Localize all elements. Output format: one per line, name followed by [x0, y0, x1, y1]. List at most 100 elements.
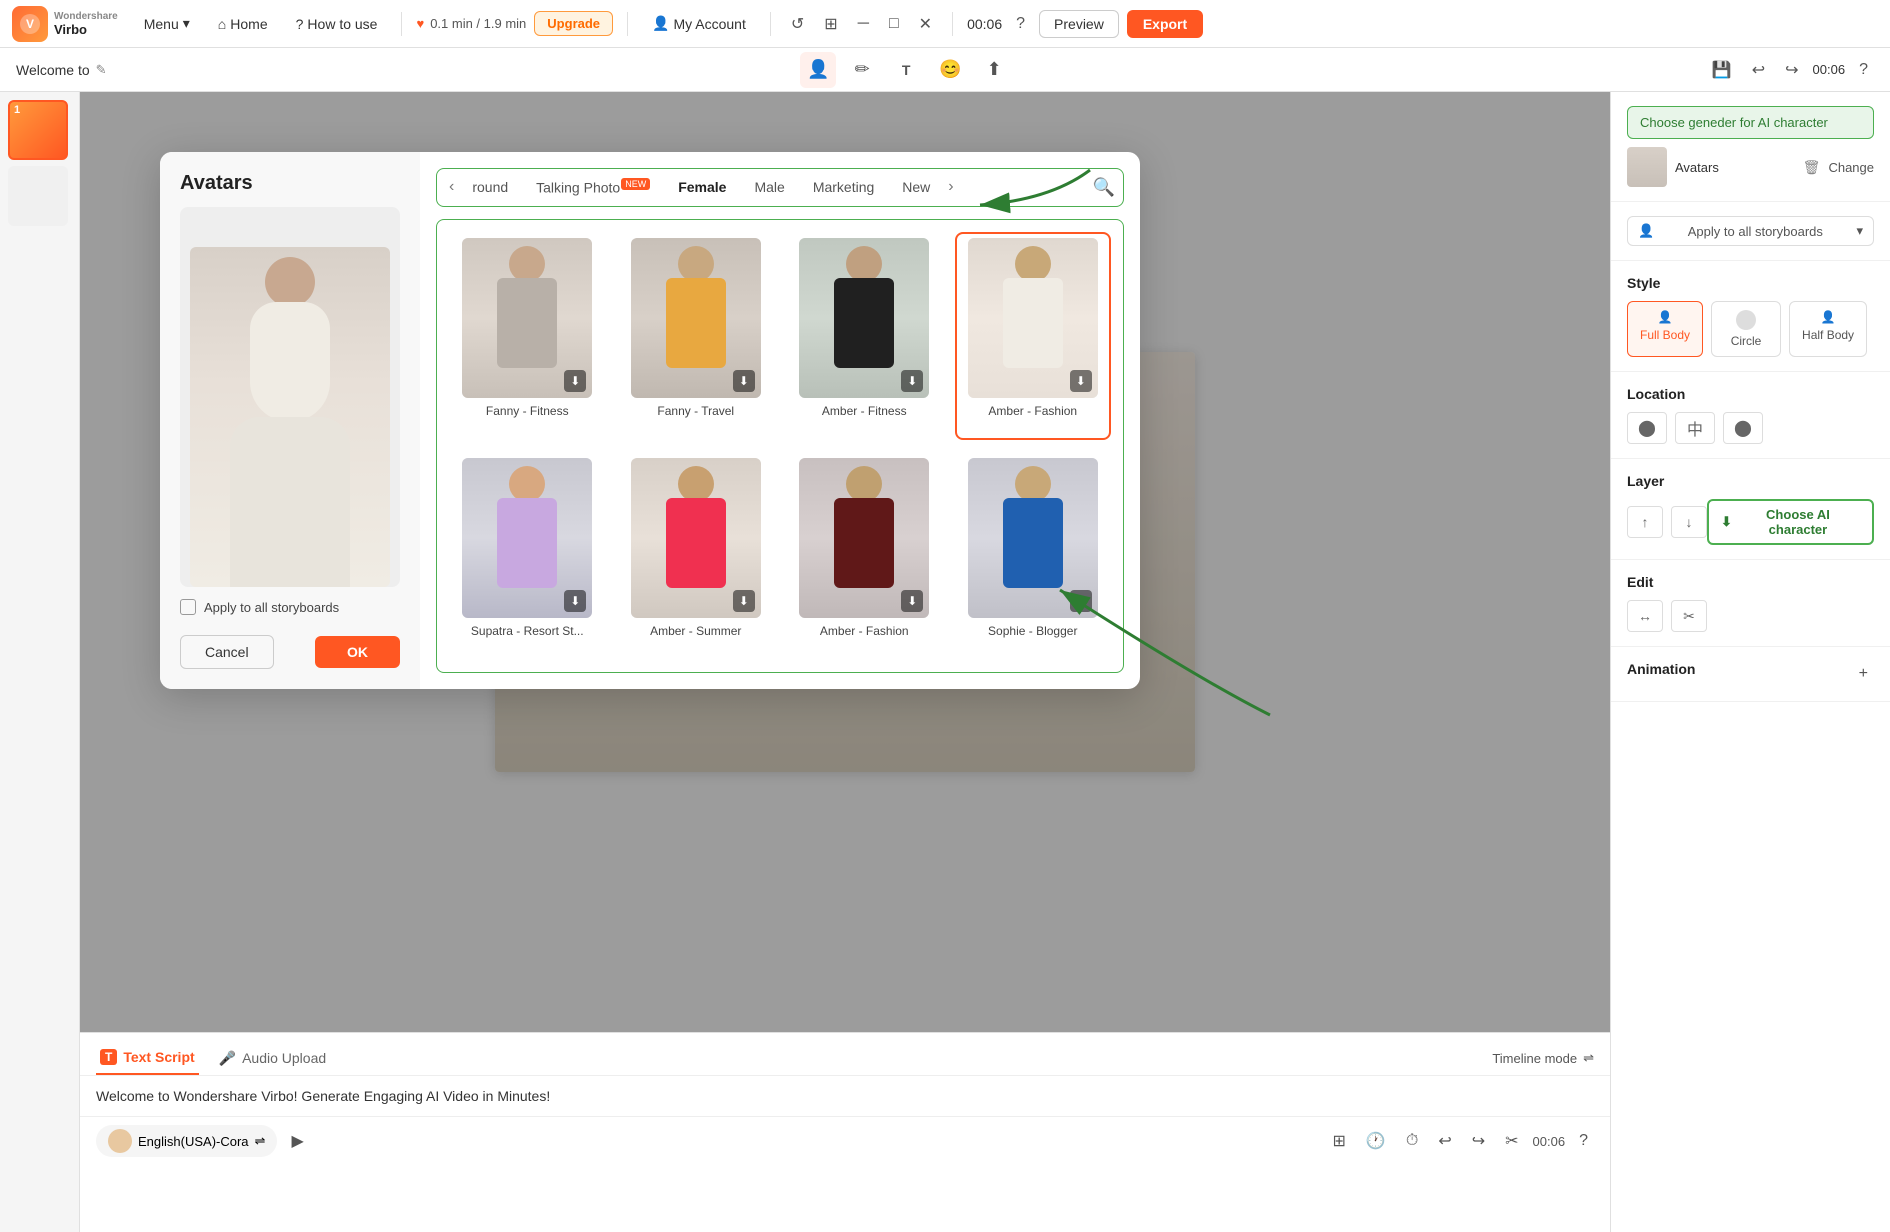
menu-button[interactable]: Menu ▾ — [134, 11, 200, 36]
play-button[interactable]: ▶ — [285, 1127, 309, 1155]
redo-button[interactable]: ↪ — [1779, 56, 1804, 84]
add-animation-button[interactable]: + — [1853, 661, 1874, 687]
location-right[interactable]: ⬤ — [1723, 412, 1763, 444]
preview-button[interactable]: Preview — [1039, 10, 1119, 38]
center-area: Avatars Apply to al — [80, 92, 1610, 1232]
avatar-card-amber-fashion-1[interactable]: ⬇ Amber - Fashion — [955, 232, 1112, 440]
apply-section: 👤 Apply to all storyboards ▾ — [1611, 202, 1890, 261]
ok-button[interactable]: OK — [315, 636, 400, 668]
logo-area: V Wondershare Virbo — [12, 6, 118, 42]
download-badge: ⬇ — [1070, 590, 1092, 612]
avatar-card-supatra[interactable]: ⬇ Supatra - Resort St... — [449, 452, 606, 660]
audio-upload-tab[interactable]: 🎤 Audio Upload — [215, 1042, 331, 1075]
refresh-button[interactable]: ↺ — [785, 10, 810, 38]
time-display-top: 00:06 — [967, 16, 1002, 32]
full-body-icon: 👤 — [1658, 310, 1673, 324]
main-layout: 1 Avatars — [0, 92, 1890, 1232]
timer-button[interactable]: ⏱ — [1400, 1128, 1424, 1154]
text-script-tab[interactable]: T Text Script — [96, 1041, 199, 1075]
avatar-card-amber-fashion-2[interactable]: ⬇ Amber - Fashion — [786, 452, 943, 660]
change-avatar-button[interactable]: Change — [1828, 160, 1874, 175]
modal-overlay: Avatars Apply to al — [80, 92, 1610, 1032]
tab-talking-photo[interactable]: Talking PhotoNEW — [522, 173, 664, 202]
storyboard-item-2[interactable] — [8, 166, 68, 226]
voice-selector[interactable]: English(USA)-Cora ⇌ — [96, 1125, 277, 1157]
undo-script-button[interactable]: ↩ — [1432, 1127, 1457, 1155]
style-circle[interactable]: Circle — [1711, 301, 1781, 357]
right-panel: Choose geneder for AI character Avatars … — [1610, 92, 1890, 1232]
help-script-button[interactable]: ? — [1573, 1128, 1594, 1154]
avatar-label-amber-fashion-1: Amber - Fashion — [988, 404, 1077, 418]
storyboard-item-1[interactable]: 1 — [8, 100, 68, 160]
how-to-use-button[interactable]: ? How to use — [286, 12, 388, 36]
brush-tool-button[interactable]: ✏ — [844, 52, 880, 88]
avatar-card-amber-fitness[interactable]: ⬇ Amber - Fitness — [786, 232, 943, 440]
script-content[interactable]: Welcome to Wondershare Virbo! Generate E… — [80, 1076, 1610, 1116]
help-button[interactable]: ? — [1853, 57, 1874, 83]
modal-title: Avatars — [180, 172, 400, 195]
emoji-tool-button[interactable]: 😊 — [932, 52, 968, 88]
layer-down-button[interactable]: ↓ — [1671, 506, 1707, 538]
tab-male[interactable]: Male — [740, 173, 798, 201]
apply-checkbox[interactable] — [180, 599, 196, 615]
location-options: ⬤ 中 ⬤ — [1627, 412, 1874, 444]
tab-new[interactable]: New — [888, 173, 944, 201]
half-body-icon: 👤 — [1821, 310, 1836, 324]
text-script-icon: T — [100, 1049, 117, 1065]
tab-marketing[interactable]: Marketing — [799, 173, 888, 201]
apply-chevron-icon: ▾ — [1856, 223, 1863, 239]
home-label: Home — [230, 16, 267, 32]
choose-ai-character-button[interactable]: ⬇ Choose AI character — [1707, 499, 1874, 545]
layer-up-button[interactable]: ↑ — [1627, 506, 1663, 538]
avatar-label-amber-fashion-2: Amber - Fashion — [820, 624, 909, 638]
timeline-mode[interactable]: Timeline mode ⇌ — [1492, 1050, 1594, 1066]
avatars-modal: Avatars Apply to al — [160, 152, 1140, 689]
redo-script-button[interactable]: ↪ — [1466, 1127, 1491, 1155]
help-circle-button[interactable]: ? — [1010, 11, 1031, 37]
modal-apply-row: Apply to all storyboards — [180, 599, 400, 615]
next-category-button[interactable]: › — [944, 174, 957, 200]
avatar-card-sophie[interactable]: ⬇ Sophie - Blogger — [955, 452, 1112, 660]
crop-button[interactable]: ✂ — [1671, 600, 1707, 632]
text-tool-button[interactable]: T — [888, 52, 924, 88]
export-button[interactable]: Export — [1127, 10, 1203, 38]
prev-category-button[interactable]: ‹ — [445, 174, 458, 200]
flip-button[interactable]: ↔ — [1627, 600, 1663, 632]
scissors-button[interactable]: ✂ — [1499, 1127, 1524, 1155]
animation-header: Animation + — [1627, 661, 1874, 687]
upgrade-button[interactable]: Upgrade — [534, 11, 613, 36]
undo-button[interactable]: ↩ — [1746, 56, 1771, 84]
add-text-button[interactable]: ⊞ — [1327, 1127, 1352, 1155]
avatar-card-fanny-fitness[interactable]: ⬇ Fanny - Fitness — [449, 232, 606, 440]
canvas-area: Avatars Apply to al — [80, 92, 1610, 1032]
style-half-body[interactable]: 👤 Half Body — [1789, 301, 1867, 357]
location-center[interactable]: 中 — [1675, 412, 1715, 444]
new-badge: NEW — [621, 178, 650, 190]
grid-button[interactable]: ⊞ — [818, 10, 843, 38]
delete-avatar-button[interactable]: 🗑 — [1803, 159, 1821, 176]
upload-tool-button[interactable]: ⬆ — [976, 52, 1012, 88]
restore-button[interactable]: □ — [883, 11, 905, 37]
minimize-button[interactable]: ─ — [852, 11, 875, 37]
avatar-thumbnail — [1627, 147, 1667, 187]
location-title: Location — [1627, 386, 1874, 402]
animation-title: Animation — [1627, 661, 1695, 677]
style-full-body[interactable]: 👤 Full Body — [1627, 301, 1703, 357]
tab-female[interactable]: Female — [664, 173, 740, 201]
help-icon: ? — [296, 16, 304, 32]
edit-icon[interactable]: ✎ — [96, 62, 107, 78]
save-button[interactable]: 💾 — [1706, 56, 1738, 84]
location-left[interactable]: ⬤ — [1627, 412, 1667, 444]
style-section: Style 👤 Full Body Circle 👤 Half Body — [1611, 261, 1890, 372]
cancel-button[interactable]: Cancel — [180, 635, 274, 669]
tab-round[interactable]: round — [458, 173, 522, 201]
avatar-card-fanny-travel[interactable]: ⬇ Fanny - Travel — [618, 232, 775, 440]
close-button[interactable]: ✕ — [913, 10, 938, 38]
clock-button[interactable]: 🕐 — [1360, 1127, 1392, 1155]
avatar-tool-button[interactable]: 👤 — [800, 52, 836, 88]
search-button[interactable]: 🔍 — [1093, 177, 1115, 198]
apply-dropdown[interactable]: 👤 Apply to all storyboards ▾ — [1627, 216, 1874, 246]
home-button[interactable]: ⌂ Home — [208, 12, 278, 36]
my-account-button[interactable]: 👤 My Account — [642, 11, 756, 36]
avatar-card-amber-summer[interactable]: ⬇ Amber - Summer — [618, 452, 775, 660]
